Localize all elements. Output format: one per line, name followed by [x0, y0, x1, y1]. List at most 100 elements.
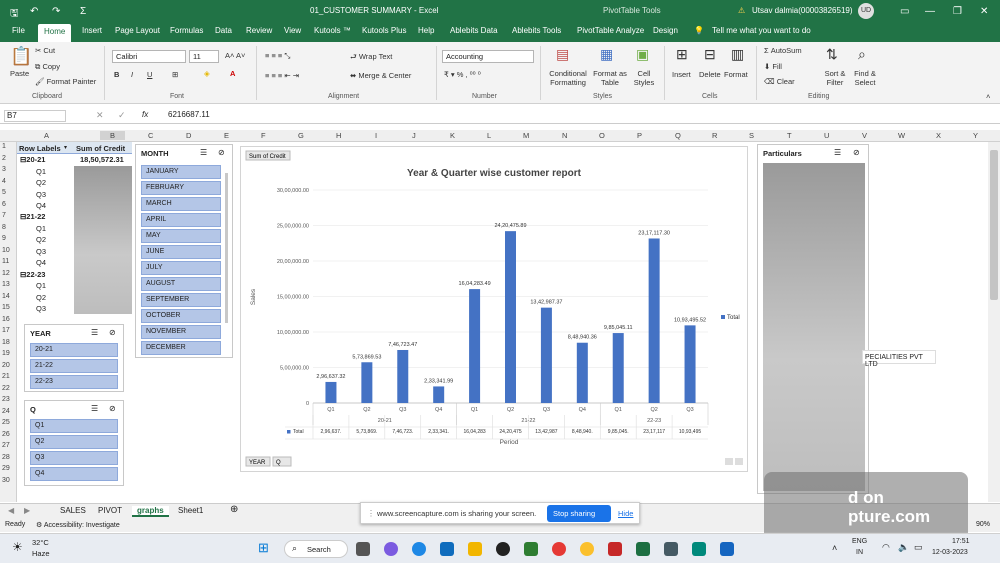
paste-icon[interactable]: 📋 [10, 46, 32, 67]
row-17[interactable]: 17 [2, 327, 10, 334]
row-1[interactable]: 1 [2, 143, 6, 150]
slicer-item[interactable]: FEBRUARY [141, 181, 221, 195]
close-icon[interactable]: ✕ [980, 6, 988, 17]
tab-formulas[interactable]: Formulas [170, 26, 203, 35]
field-button-sum-of-credit[interactable]: Sum of Credit [249, 154, 286, 160]
col-u[interactable]: U [824, 131, 829, 140]
tell-me-box[interactable]: Tell me what you want to do [712, 26, 811, 35]
pivot-chart[interactable]: Sum of Credit Year & Quarter wise custom… [240, 146, 748, 472]
clear-filter-icon[interactable]: ⊘ [218, 148, 225, 157]
row-11[interactable]: 11 [2, 258, 9, 265]
align-left-icons[interactable]: ≡ ≡ ≡ ⇤ ⇥ [265, 71, 299, 80]
row-18[interactable]: 18 [2, 339, 10, 346]
row-9[interactable]: 9 [2, 235, 6, 242]
col-m[interactable]: M [523, 131, 529, 140]
slicer-item[interactable]: JANUARY [141, 165, 221, 179]
collapse-field-button[interactable] [735, 458, 743, 465]
row-20[interactable]: 20 [2, 362, 10, 369]
next-sheet-icon[interactable]: ▶ [24, 506, 30, 515]
row-23[interactable]: 23 [2, 396, 10, 403]
col-g[interactable]: G [298, 131, 304, 140]
excel-icon[interactable] [636, 542, 650, 556]
task-view-icon[interactable] [356, 542, 370, 556]
sheet-tab-sheet1[interactable]: Sheet1 [178, 506, 203, 515]
wifi-icon[interactable]: ◠ [882, 542, 890, 553]
merge-center-button[interactable]: ⬌ Merge & Center [350, 71, 411, 80]
tab-page-layout[interactable]: Page Layout [115, 26, 160, 35]
notepad-icon[interactable] [692, 542, 706, 556]
sheet-tab-pivot[interactable]: PIVOT [98, 506, 122, 515]
tab-data[interactable]: Data [215, 26, 232, 35]
row-28[interactable]: 28 [2, 454, 10, 461]
col-l[interactable]: L [487, 131, 491, 140]
row-5[interactable]: 5 [2, 189, 6, 196]
zoom-level[interactable]: 90% [976, 521, 990, 528]
slicer-item[interactable]: MAY [141, 229, 221, 243]
tab-ablebits-tools[interactable]: Ablebits Tools [512, 26, 561, 35]
fill-button[interactable]: ⬇ Fill [764, 62, 782, 71]
tab-file[interactable]: File [12, 26, 25, 35]
weather-desc[interactable]: Haze [32, 549, 50, 558]
multi-select-icon[interactable]: ☰ [91, 404, 98, 413]
app-icon[interactable] [524, 542, 538, 556]
tab-pivottable-analyze[interactable]: PivotTable Analyze [577, 26, 644, 35]
col-x[interactable]: X [936, 131, 941, 140]
col-o[interactable]: O [599, 131, 605, 140]
tab-home[interactable]: Home [38, 24, 72, 42]
font-size-select[interactable]: 11 [189, 50, 219, 63]
tab-help[interactable]: Help [418, 26, 434, 35]
clear-filter-icon[interactable]: ⊘ [853, 148, 860, 157]
row-19[interactable]: 19 [2, 350, 10, 357]
add-sheet-icon[interactable]: ⊕ [230, 504, 238, 515]
format-cells-button[interactable]: Format [724, 70, 748, 79]
col-v[interactable]: V [862, 131, 867, 140]
bold-button[interactable]: B [114, 70, 119, 79]
row-2[interactable]: 2 [2, 155, 6, 162]
conditional-formatting-icon[interactable]: ▤ [556, 46, 569, 63]
multi-select-icon[interactable]: ☰ [91, 328, 98, 337]
insert-cells-icon[interactable]: ⊞ [676, 46, 688, 63]
chrome-alt-icon[interactable] [580, 542, 594, 556]
fill-color-icon[interactable]: ◈ [204, 69, 210, 78]
format-cells-icon[interactable]: ▥ [731, 46, 744, 63]
find-icon[interactable]: ⌕ [858, 46, 866, 63]
col-y[interactable]: Y [973, 131, 978, 140]
conditional-formatting-button[interactable]: Conditional Formatting [546, 69, 590, 87]
align-top-icons[interactable]: ≡ ≡ ≡ ⤡ [265, 51, 290, 61]
row-21[interactable]: 21 [2, 373, 10, 380]
col-r[interactable]: R [712, 131, 717, 140]
wrap-text-button[interactable]: ⮐ Wrap Text [350, 51, 392, 64]
col-t[interactable]: T [787, 131, 792, 140]
enter-icon[interactable]: ✓ [118, 110, 126, 121]
q-filter-button[interactable]: Q [276, 460, 281, 466]
delete-cells-icon[interactable]: ⊟ [704, 46, 716, 63]
slicer-item[interactable]: 21-22 [30, 359, 118, 373]
slicer-item[interactable]: JULY [141, 261, 221, 275]
cut-button[interactable]: ✂ Cut [35, 46, 55, 55]
col-n[interactable]: N [562, 131, 567, 140]
word-icon[interactable] [720, 542, 734, 556]
italic-button[interactable]: I [131, 70, 133, 79]
row-29[interactable]: 29 [2, 465, 10, 472]
col-h[interactable]: H [336, 131, 341, 140]
restore-icon[interactable]: ❐ [953, 6, 962, 17]
clear-filter-icon[interactable]: ⊘ [109, 404, 116, 413]
tab-insert[interactable]: Insert [82, 26, 102, 35]
row-14[interactable]: 14 [2, 293, 10, 300]
row-13[interactable]: 13 [2, 281, 10, 288]
tab-ablebits-data[interactable]: Ablebits Data [450, 26, 498, 35]
expand-field-button[interactable] [725, 458, 733, 465]
tab-kutools-plus[interactable]: Kutools Plus [362, 26, 406, 35]
user-name[interactable]: Utsav dalmia(00003826519) [752, 6, 853, 15]
col-d[interactable]: D [186, 131, 191, 140]
year-filter-button[interactable]: YEAR [249, 460, 266, 466]
chrome-icon[interactable] [552, 542, 566, 556]
multi-select-icon[interactable]: ☰ [834, 148, 841, 157]
mail-icon[interactable] [440, 542, 454, 556]
tab-kutools[interactable]: Kutools ™ [314, 26, 351, 35]
slicer-item[interactable]: Q4 [30, 467, 118, 481]
mcafee-icon[interactable] [608, 542, 622, 556]
windows-start-icon[interactable]: ⊞ [258, 540, 269, 556]
drag-handle-icon[interactable]: ⋮ [367, 509, 375, 518]
redo-icon[interactable]: ↷ [52, 6, 60, 17]
